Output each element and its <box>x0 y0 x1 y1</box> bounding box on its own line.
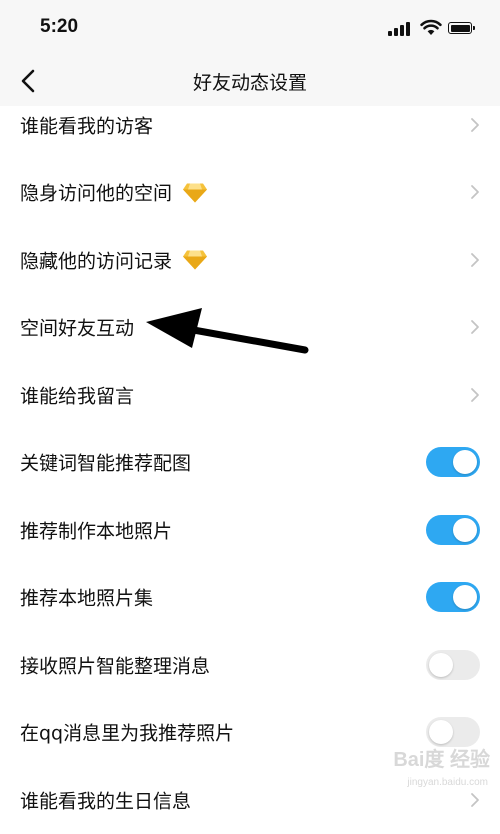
settings-row-text: 推荐本地照片集 <box>20 587 154 610</box>
status-time: 5:20 <box>40 16 79 37</box>
toggle-knob <box>453 450 477 475</box>
chevron-right-icon <box>471 185 479 200</box>
settings-row: 推荐制作本地照片 <box>0 496 500 564</box>
toggle-knob <box>429 652 453 677</box>
settings-row[interactable]: 空间好友互动 <box>0 294 500 362</box>
battery-icon <box>448 22 475 34</box>
settings-row-label: 谁能给我留言 <box>20 381 134 408</box>
chevron-right-icon <box>471 252 479 267</box>
settings-row-text: 关键词智能推荐配图 <box>20 452 192 475</box>
wifi-icon <box>420 19 442 35</box>
settings-row[interactable]: 谁能给我留言 <box>0 361 500 429</box>
settings-row[interactable]: 谁能看我的访客 <box>0 91 500 159</box>
settings-row-label: 空间好友互动 <box>20 314 134 341</box>
settings-row-text: 谁能看我的访客 <box>20 115 154 138</box>
diamond-icon <box>183 183 208 203</box>
toggle-knob <box>429 720 453 745</box>
settings-row-text: 接收照片智能整理消息 <box>20 655 211 678</box>
settings-row-label: 推荐制作本地照片 <box>20 516 172 543</box>
settings-row-label: 隐藏他的访问记录 <box>20 246 208 273</box>
settings-row-text: 隐身访问他的空间 <box>20 182 173 205</box>
settings-row-label: 关键词智能推荐配图 <box>20 449 191 476</box>
toggle-knob <box>453 585 477 610</box>
toggle-switch[interactable] <box>426 582 480 613</box>
diamond-icon <box>183 250 208 270</box>
status-bar: 5:20 <box>0 0 500 56</box>
settings-row: 接收照片智能整理消息 <box>0 631 500 699</box>
settings-row-text: 推荐制作本地照片 <box>20 520 173 543</box>
settings-row: 推荐本地照片集 <box>0 564 500 632</box>
chevron-right-icon <box>471 387 479 402</box>
settings-row-label: 隐身访问他的空间 <box>20 179 208 206</box>
settings-row: 关键词智能推荐配图 <box>0 429 500 497</box>
settings-row-text: 隐藏他的访问记录 <box>20 250 173 273</box>
watermark-url: jingyan.baidu.com <box>407 777 488 788</box>
settings-row-label: 接收照片智能整理消息 <box>20 651 210 678</box>
settings-row-label: 谁能看我的访客 <box>20 111 153 138</box>
toggle-switch[interactable] <box>426 447 480 478</box>
settings-list: 谁能看我的访客 隐身访问他的空间 隐藏他的访问记录 空间好友互动 谁能给我留言关键词智能… <box>0 91 500 834</box>
cellular-signal-icon <box>388 20 412 36</box>
settings-row-label: 推荐本地照片集 <box>20 584 153 611</box>
settings-row-text: 谁能给我留言 <box>20 385 135 408</box>
settings-row[interactable]: 隐身访问他的空间 <box>0 159 500 227</box>
chevron-right-icon <box>471 320 479 335</box>
toggle-switch[interactable] <box>426 649 480 680</box>
toggle-knob <box>453 517 477 542</box>
toggle-switch[interactable] <box>426 514 480 545</box>
settings-row[interactable]: 隐藏他的访问记录 <box>0 226 500 294</box>
settings-row-text: 空间好友互动 <box>20 317 135 340</box>
watermark: Bai度 经验 <box>393 749 490 771</box>
settings-row-text: 在qq消息里为我推荐照片 <box>20 722 235 745</box>
settings-row-label: 在qq消息里为我推荐照片 <box>20 719 234 746</box>
chevron-right-icon <box>471 117 479 132</box>
